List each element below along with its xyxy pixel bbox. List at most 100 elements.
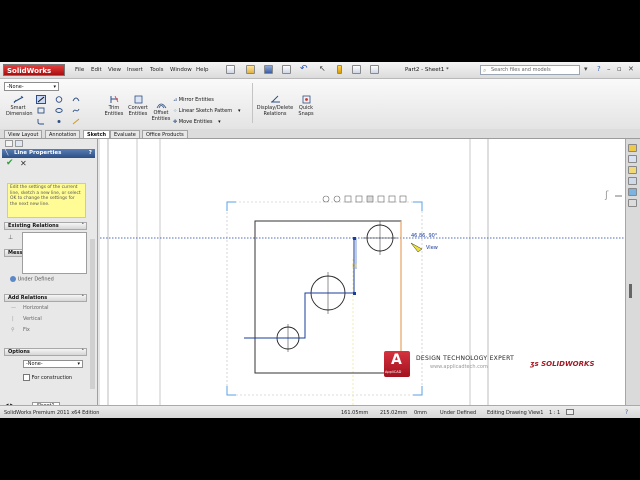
- tab-office-products[interactable]: Office Products: [142, 130, 188, 138]
- relation-horizontal[interactable]: — Horizontal: [11, 305, 49, 311]
- tab-evaluate[interactable]: Evaluate: [110, 130, 140, 138]
- mirror-icon: ⊿: [173, 97, 178, 103]
- existing-relations-section-header[interactable]: Existing Relations ˄: [4, 222, 87, 230]
- view-palette-icon[interactable]: [628, 177, 637, 185]
- linear-sketch-pattern-label: Linear Sketch Pattern: [178, 108, 233, 114]
- restore-icon[interactable]: ▫: [617, 65, 622, 73]
- menu-edit[interactable]: Edit: [91, 67, 102, 73]
- menu-tools[interactable]: Tools: [150, 67, 164, 73]
- display-style-icon[interactable]: [377, 195, 385, 203]
- file-explorer-icon[interactable]: [628, 166, 637, 174]
- menu-help[interactable]: Help: [196, 67, 209, 73]
- smart-dimension-button[interactable]: Smart Dimension: [6, 95, 33, 117]
- file-properties-icon[interactable]: [352, 65, 361, 74]
- for-construction-checkbox[interactable]: [23, 374, 30, 381]
- open-folder-icon[interactable]: [246, 65, 255, 74]
- line-tool-button[interactable]: [36, 95, 46, 104]
- previous-view-icon[interactable]: [344, 195, 352, 203]
- appearances-icon[interactable]: [628, 188, 637, 196]
- sketch-polyline[interactable]: [244, 237, 356, 339]
- zoom-area-icon[interactable]: [333, 195, 341, 203]
- horizontal-icon: —: [11, 305, 16, 311]
- help-icon[interactable]: ?: [597, 65, 601, 73]
- options-combo[interactable]: -None- ▾: [23, 360, 83, 368]
- tab-view-layout[interactable]: View Layout: [4, 130, 43, 138]
- help-icon[interactable]: ?: [89, 149, 92, 158]
- sketch-endpoint[interactable]: [353, 292, 356, 295]
- circle-icon[interactable]: [55, 96, 63, 103]
- menu-window[interactable]: Window: [170, 67, 192, 73]
- design-library-icon[interactable]: [628, 155, 637, 163]
- close-window-icon[interactable]: ✕: [628, 65, 634, 73]
- view-orientation-icon[interactable]: [366, 195, 374, 203]
- section-view-icon[interactable]: [355, 195, 363, 203]
- help-icon[interactable]: ?: [625, 409, 628, 416]
- heads-up-view-toolbar[interactable]: [322, 195, 407, 203]
- relation-fix-label: Fix: [23, 327, 30, 333]
- options-icon[interactable]: [370, 65, 379, 74]
- point-icon[interactable]: [55, 118, 63, 125]
- display-delete-relations-button[interactable]: Display/Delete Relations: [254, 95, 296, 117]
- panel-scrollbar[interactable]: [90, 239, 95, 389]
- under-defined-text: Under Defined: [17, 276, 54, 283]
- trim-entities-button[interactable]: Trim Entities: [102, 95, 126, 117]
- options-label: Options: [8, 349, 30, 355]
- search-placeholder: Search files and models: [491, 67, 551, 73]
- menu-view[interactable]: View: [108, 67, 121, 73]
- chevron-down-icon: ▾: [237, 108, 241, 114]
- hide-show-icon[interactable]: [388, 195, 396, 203]
- pane-splitter-handle[interactable]: [629, 284, 632, 298]
- quick-snaps-label: Quick Snaps: [298, 105, 314, 117]
- menu-insert[interactable]: Insert: [127, 67, 143, 73]
- text-tool-icon[interactable]: [72, 118, 80, 125]
- check-icon[interactable]: ✔: [6, 159, 14, 168]
- undo-icon[interactable]: ↶: [300, 65, 309, 74]
- graphics-area[interactable]: ʃ 46.86, 90° View A AppliCAD DESIGN TECH…: [100, 139, 625, 405]
- spline-icon[interactable]: [72, 107, 80, 114]
- unit-system-icon[interactable]: [566, 409, 574, 415]
- property-manager-tab-icon[interactable]: [15, 140, 23, 147]
- applicad-logo-mark: A: [391, 352, 402, 368]
- resources-icon[interactable]: [628, 144, 637, 152]
- menu-file[interactable]: File: [75, 67, 84, 73]
- search-input[interactable]: ⌕ Search files and models: [480, 65, 580, 75]
- sketch-fillet-icon[interactable]: [37, 118, 45, 125]
- applicad-brand-text: AppliCAD: [385, 370, 402, 374]
- move-entities-button[interactable]: ✥ Move Entities ▾: [173, 119, 221, 125]
- view-tooltip: View: [426, 245, 438, 251]
- z-coordinate: 0mm: [414, 410, 427, 416]
- select-arrow-icon[interactable]: ↖: [319, 65, 328, 74]
- minimize-icon[interactable]: –: [607, 65, 611, 73]
- print-icon[interactable]: [282, 65, 291, 74]
- arc-icon[interactable]: [72, 96, 80, 103]
- relations-icon: [270, 95, 280, 103]
- quick-snaps-button[interactable]: Quick Snaps: [294, 95, 318, 117]
- edit-appearance-icon[interactable]: [399, 195, 407, 203]
- existing-relations-list[interactable]: [22, 232, 87, 274]
- save-icon[interactable]: [264, 65, 273, 74]
- search-dropdown-icon[interactable]: ▾: [584, 65, 588, 73]
- convert-entities-label: Convert Entities: [128, 105, 148, 117]
- for-construction-option[interactable]: For construction: [23, 374, 72, 381]
- rebuild-icon[interactable]: [337, 65, 342, 74]
- mirror-entities-button[interactable]: ⊿ Mirror Entities: [173, 97, 214, 103]
- sketch-endpoint[interactable]: [353, 237, 356, 240]
- linear-sketch-pattern-button[interactable]: ⁘ Linear Sketch Pattern ▾: [173, 108, 240, 114]
- filter-combo[interactable]: -None- ▾: [4, 82, 59, 91]
- close-icon[interactable]: ✕: [20, 159, 27, 168]
- rectangle-icon[interactable]: [37, 107, 45, 114]
- custom-properties-icon[interactable]: [628, 199, 637, 207]
- relation-fix[interactable]: ⚲ Fix: [11, 327, 30, 333]
- new-document-icon[interactable]: [226, 65, 235, 74]
- move-icon: ✥: [173, 119, 178, 125]
- zoom-fit-icon[interactable]: [322, 195, 330, 203]
- tab-sketch[interactable]: Sketch: [83, 130, 111, 138]
- add-relations-section-header[interactable]: Add Relations ˄: [4, 294, 87, 302]
- offset-entities-button[interactable]: Offset Entities: [148, 100, 174, 122]
- ellipse-icon[interactable]: [55, 107, 63, 114]
- dimension-icon: [13, 95, 23, 104]
- tab-annotation[interactable]: Annotation: [45, 130, 81, 138]
- options-section-header[interactable]: Options ˄: [4, 348, 87, 356]
- relation-vertical[interactable]: | Vertical: [12, 316, 42, 322]
- feature-tree-tab-icon[interactable]: [5, 140, 13, 147]
